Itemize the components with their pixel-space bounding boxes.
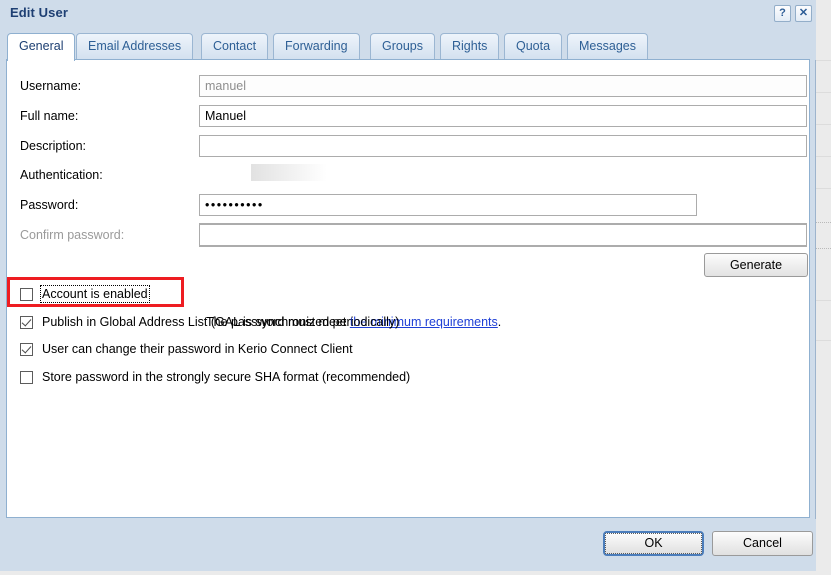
- tab-quota[interactable]: Quota: [504, 33, 563, 60]
- password-input[interactable]: [199, 194, 697, 216]
- checkbox-label: Publish in Global Address List (GAL is s…: [42, 315, 400, 329]
- checkbox-label: Account is enabled: [40, 285, 150, 303]
- help-icon[interactable]: ?: [774, 5, 791, 22]
- description-label: Description:: [20, 139, 86, 153]
- checkbox-label: Store password in the strongly secure SH…: [42, 370, 411, 384]
- tab-email-addresses[interactable]: Email Addresses: [76, 33, 194, 60]
- checkbox-label: User can change their password in Kerio …: [42, 342, 353, 356]
- authentication-label: Authentication:: [20, 168, 103, 182]
- tab-messages[interactable]: Messages: [567, 33, 648, 60]
- focus-outline: [605, 533, 702, 554]
- description-input[interactable]: [199, 135, 807, 157]
- confirm-password-label: Confirm password:: [20, 228, 125, 242]
- general-tab-panel: Username: Full name: Description: Authen…: [6, 59, 810, 518]
- edit-user-dialog: Edit User ? ✕ General Email Addresses Co…: [0, 0, 816, 571]
- dialog-title: Edit User: [10, 5, 68, 20]
- close-icon[interactable]: ✕: [795, 5, 812, 22]
- checkbox-icon[interactable]: [20, 287, 33, 301]
- dialog-titlebar: Edit User ? ✕: [0, 0, 816, 28]
- tab-general[interactable]: General: [7, 33, 76, 61]
- checkbox-publish-gal[interactable]: Publish in Global Address List (GAL is s…: [20, 312, 399, 332]
- username-label: Username:: [20, 79, 82, 93]
- tab-groups[interactable]: Groups: [370, 33, 435, 60]
- checkbox-icon[interactable]: [20, 342, 33, 356]
- password-label: Password:: [20, 198, 79, 212]
- confirm-password-input[interactable]: [199, 224, 807, 246]
- tab-forwarding[interactable]: Forwarding: [273, 33, 360, 60]
- username-input[interactable]: [199, 75, 807, 97]
- generate-password-button[interactable]: Generate: [704, 253, 808, 277]
- ok-button[interactable]: OK: [603, 531, 704, 556]
- dialog-footer: OK Cancel: [0, 519, 816, 571]
- tab-bar: General Email Addresses Contact Forwardi…: [0, 28, 816, 61]
- full-name-label: Full name:: [20, 109, 79, 123]
- checkbox-icon[interactable]: [20, 315, 33, 329]
- full-name-redaction: [251, 164, 327, 181]
- tab-rights[interactable]: Rights: [440, 33, 500, 60]
- full-name-input[interactable]: [199, 105, 807, 127]
- checkbox-account-enabled[interactable]: Account is enabled: [20, 284, 150, 304]
- checkbox-user-change-password[interactable]: User can change their password in Kerio …: [20, 339, 353, 359]
- tab-contact[interactable]: Contact: [201, 33, 269, 60]
- checkbox-sha-format[interactable]: Store password in the strongly secure SH…: [20, 367, 410, 387]
- cancel-button[interactable]: Cancel: [712, 531, 813, 556]
- checkbox-icon[interactable]: [20, 370, 33, 384]
- hint-suffix: .: [497, 315, 502, 329]
